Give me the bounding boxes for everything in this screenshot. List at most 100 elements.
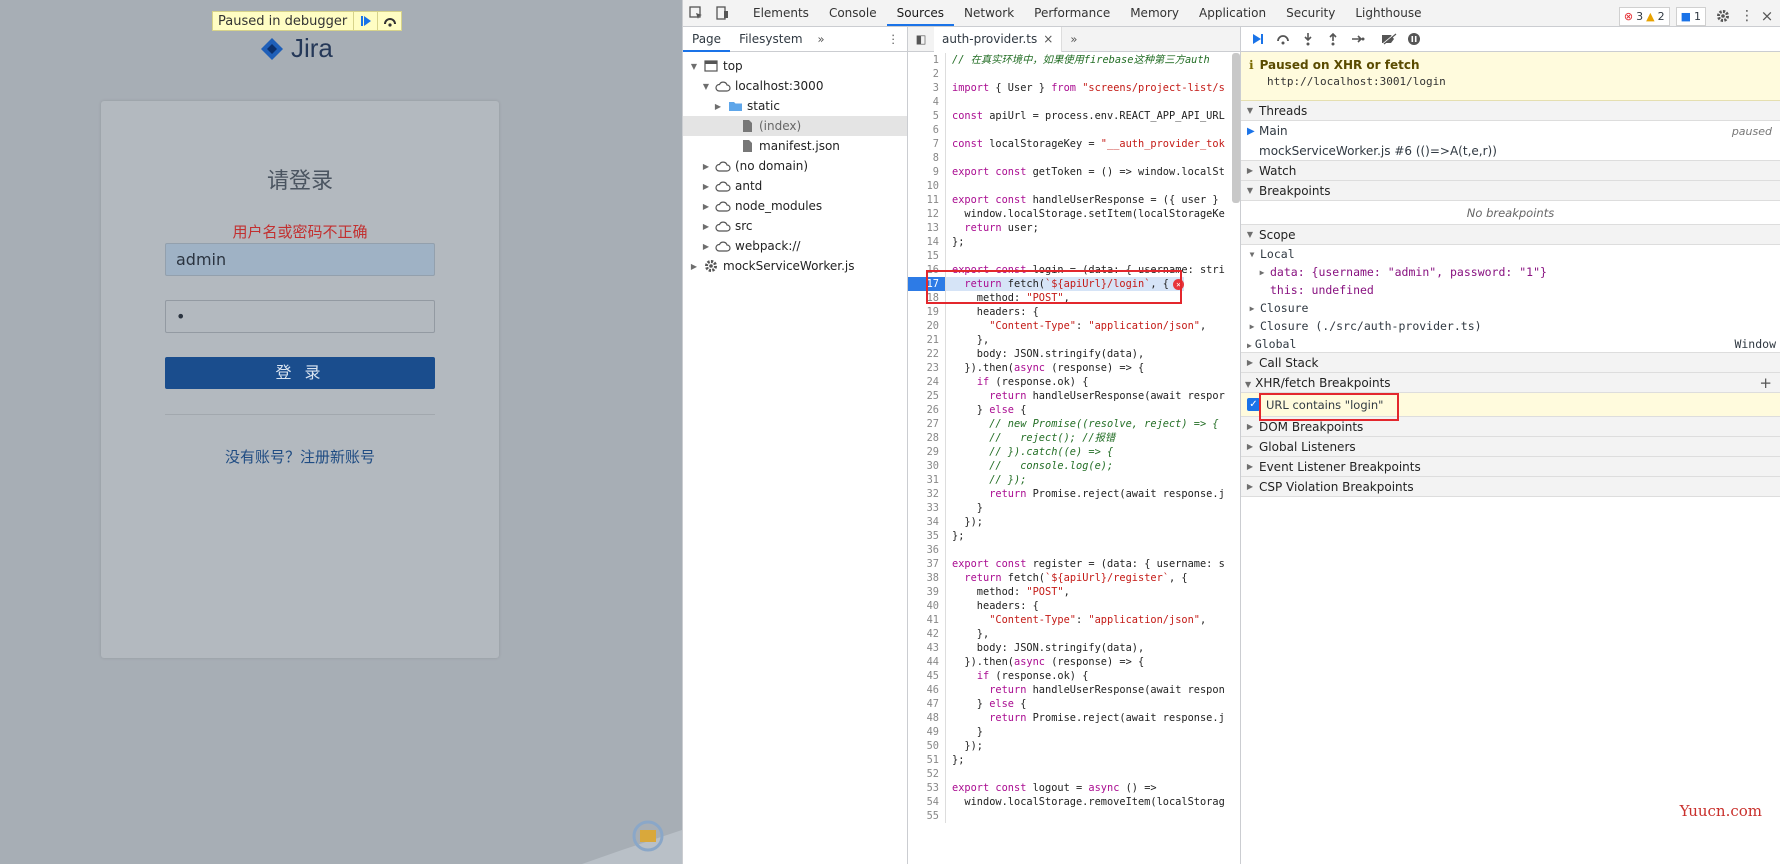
thread-worker[interactable]: mockServiceWorker.js #6 (()=>A(t,e,r)): [1241, 141, 1780, 161]
line-number[interactable]: 6: [908, 123, 946, 137]
code-line[interactable]: 20 "Content-Type": "application/json",: [908, 319, 1240, 333]
scope-data-entry[interactable]: ▶ data: {username: "admin", password: "1"…: [1241, 263, 1780, 281]
editor-file-tab[interactable]: auth-provider.ts ×: [934, 26, 1063, 52]
line-number[interactable]: 8: [908, 151, 946, 165]
line-number[interactable]: 27: [908, 417, 946, 431]
line-number[interactable]: 37: [908, 557, 946, 571]
line-number[interactable]: 17: [908, 277, 946, 291]
code-line[interactable]: 23 }).then(async (response) => {: [908, 361, 1240, 375]
line-number[interactable]: 19: [908, 305, 946, 319]
chevron-right-icon[interactable]: ▶: [713, 102, 723, 111]
settings-button[interactable]: [1712, 3, 1734, 29]
xhr-breakpoint-item[interactable]: ✓ URL contains "login": [1241, 393, 1780, 421]
code-line[interactable]: 51};: [908, 753, 1240, 767]
tab-security[interactable]: Security: [1276, 0, 1345, 26]
line-number[interactable]: 26: [908, 403, 946, 417]
code-line[interactable]: 34 });: [908, 515, 1240, 529]
line-number[interactable]: 48: [908, 711, 946, 725]
line-number[interactable]: 30: [908, 459, 946, 473]
scope-global[interactable]: ▶ Global Window: [1241, 335, 1780, 353]
line-number[interactable]: 5: [908, 109, 946, 123]
code-line[interactable]: 53 export const logout = async () =>: [908, 781, 1240, 795]
editor-scrollbar[interactable]: [1232, 53, 1240, 203]
code-line[interactable]: 11 export const handleUserResponse = ({ u…: [908, 193, 1240, 207]
section-csp-violations[interactable]: ▶ CSP Violation Breakpoints: [1241, 477, 1780, 497]
line-number[interactable]: 51: [908, 753, 946, 767]
code-line[interactable]: 30 // console.log(e);: [908, 459, 1240, 473]
code-line[interactable]: 38 return fetch(`${apiUrl}/register`, {: [908, 571, 1240, 585]
toggle-navigator-icon[interactable]: ◧: [908, 32, 934, 46]
line-number[interactable]: 10: [908, 179, 946, 193]
line-number[interactable]: 41: [908, 613, 946, 627]
chevron-right-icon[interactable]: ▶: [689, 262, 699, 271]
code-line[interactable]: 41 "Content-Type": "application/json",: [908, 613, 1240, 627]
code-line[interactable]: 2: [908, 67, 1240, 81]
more-files-icon[interactable]: »: [1062, 32, 1085, 46]
scope-closure[interactable]: ▶ Closure: [1241, 299, 1780, 317]
code-line[interactable]: 39 method: "POST",: [908, 585, 1240, 599]
tree-item[interactable]: ▶ webpack://: [683, 236, 907, 256]
tree-item[interactable]: ▶ src: [683, 216, 907, 236]
login-button[interactable]: 登 录: [165, 357, 435, 389]
code-line[interactable]: 43 body: JSON.stringify(data),: [908, 641, 1240, 655]
code-line[interactable]: 29 // }).catch((e) => {: [908, 445, 1240, 459]
section-call-stack[interactable]: ▶ Call Stack: [1241, 353, 1780, 373]
code-line[interactable]: 21 },: [908, 333, 1240, 347]
code-line[interactable]: 37 export const register = (data: { usern…: [908, 557, 1240, 571]
step-into-button[interactable]: [1295, 27, 1320, 51]
tab-page[interactable]: Page: [683, 27, 731, 52]
section-threads[interactable]: ▼ Threads: [1241, 101, 1780, 121]
code-line[interactable]: 28 // reject(); //报错: [908, 431, 1240, 445]
line-number[interactable]: 11: [908, 193, 946, 207]
tab-sources[interactable]: Sources: [886, 0, 955, 26]
code-line[interactable]: 47 } else {: [908, 697, 1240, 711]
line-number[interactable]: 16: [908, 263, 946, 277]
line-number[interactable]: 28: [908, 431, 946, 445]
code-line[interactable]: 10: [908, 179, 1240, 193]
chevron-right-icon[interactable]: ▶: [701, 182, 711, 191]
line-number[interactable]: 54: [908, 795, 946, 809]
line-number[interactable]: 32: [908, 487, 946, 501]
line-number[interactable]: 46: [908, 683, 946, 697]
issue-counter[interactable]: ⊗ 3 ▲ 2: [1618, 6, 1670, 26]
line-number[interactable]: 33: [908, 501, 946, 515]
error-icon[interactable]: ✕: [1173, 278, 1185, 290]
code-line[interactable]: 18 method: "POST",: [908, 291, 1240, 305]
tree-item[interactable]: ▶ mockServiceWorker.js: [683, 256, 907, 276]
code-line[interactable]: 54 window.localStorage.removeItem(localS…: [908, 795, 1240, 809]
line-number[interactable]: 4: [908, 95, 946, 109]
tree-item[interactable]: ▶ (no domain): [683, 156, 907, 176]
tab-application[interactable]: Application: [1189, 0, 1276, 26]
code-line[interactable]: 17 return fetch(`${apiUrl}/login`, {✕: [908, 277, 1240, 291]
section-global-listeners[interactable]: ▶ Global Listeners: [1241, 437, 1780, 457]
code-line[interactable]: 15: [908, 249, 1240, 263]
code-line[interactable]: 55: [908, 809, 1240, 823]
line-number[interactable]: 24: [908, 375, 946, 389]
tab-network[interactable]: Network: [954, 0, 1024, 26]
code-line[interactable]: 24 if (response.ok) {: [908, 375, 1240, 389]
line-number[interactable]: 35: [908, 529, 946, 543]
tree-item[interactable]: ▼ top: [683, 56, 907, 76]
message-counter[interactable]: ■ 1: [1675, 6, 1706, 26]
code-line[interactable]: 1 // 在真实环境中，如果使用firebase这种第三方auth: [908, 53, 1240, 67]
code-line[interactable]: 52: [908, 767, 1240, 781]
tree-item[interactable]: ▶ antd: [683, 176, 907, 196]
line-number[interactable]: 1: [908, 53, 946, 67]
section-scope[interactable]: ▼ Scope: [1241, 225, 1780, 245]
code-line[interactable]: 12 window.localStorage.setItem(localStor…: [908, 207, 1240, 221]
line-number[interactable]: 29: [908, 445, 946, 459]
section-dom-breakpoints[interactable]: ▶ DOM Breakpoints: [1241, 417, 1780, 437]
chevron-right-icon[interactable]: ▶: [701, 222, 711, 231]
tab-lighthouse[interactable]: Lighthouse: [1345, 0, 1431, 26]
step-over-button[interactable]: [377, 12, 401, 30]
tab-filesystem[interactable]: Filesystem: [730, 27, 811, 52]
code-line[interactable]: 31 // });: [908, 473, 1240, 487]
code-line[interactable]: 50 });: [908, 739, 1240, 753]
line-number[interactable]: 21: [908, 333, 946, 347]
line-number[interactable]: 25: [908, 389, 946, 403]
deactivate-breakpoints-button[interactable]: [1376, 27, 1401, 51]
resume-button[interactable]: [353, 12, 377, 30]
line-number[interactable]: 55: [908, 809, 946, 823]
pause-on-exceptions-button[interactable]: [1401, 27, 1426, 51]
code-line[interactable]: 8: [908, 151, 1240, 165]
